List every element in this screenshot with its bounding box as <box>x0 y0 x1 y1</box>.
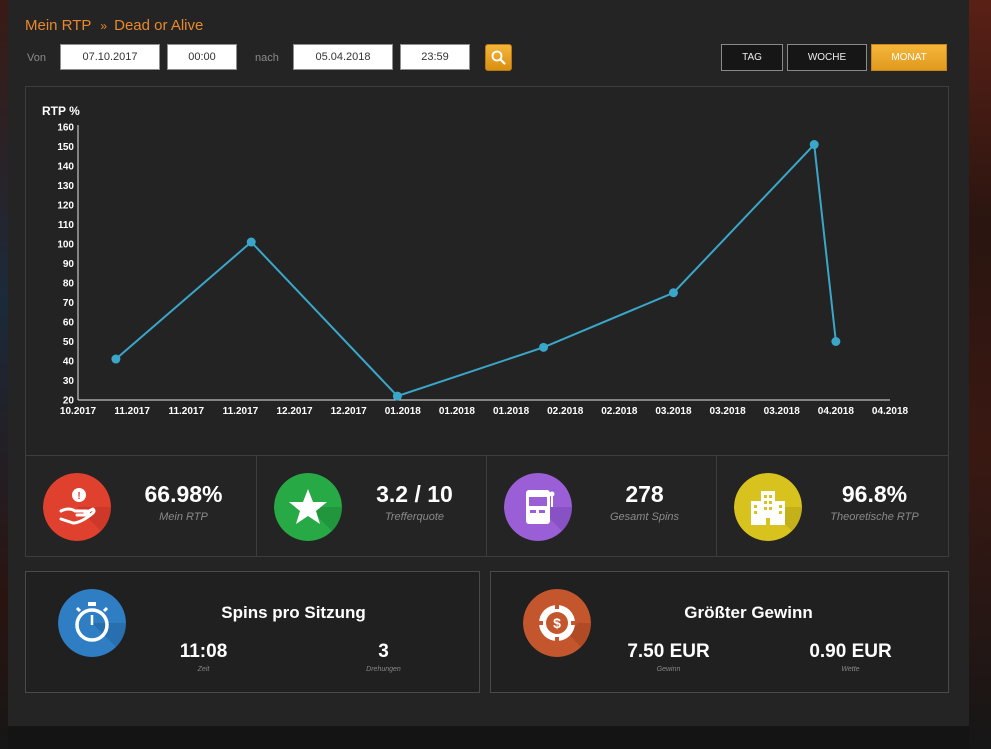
stat-label: Theoretische RTP <box>830 511 919 523</box>
biggest-win-icon-circle: $ <box>523 589 591 657</box>
chart-y-tick-label: 160 <box>57 123 74 134</box>
footer-bar <box>8 726 969 749</box>
stat-icon-circle: ! <box>43 473 111 541</box>
chart-series-line <box>115 142 837 398</box>
stat-value: 3.2 / 10 <box>376 481 453 507</box>
to-date-input[interactable]: 05.04.2018 <box>293 44 393 70</box>
stat-label: Mein RTP <box>159 511 208 523</box>
svg-text:$: $ <box>553 615 561 631</box>
biggest-win-bet-label: Wette <box>841 666 860 673</box>
chart-x-tick-label: 11.2017 <box>168 406 204 417</box>
building-icon <box>734 473 802 541</box>
breadcrumb-current: Dead or Alive <box>114 17 204 34</box>
stat-value: 66.98% <box>144 481 223 507</box>
chart-data-point[interactable] <box>111 354 121 364</box>
stat-hit-rate: 3.2 / 10 Trefferquote <box>256 456 487 556</box>
stat-total-spins: 278 Gesamt Spins <box>486 456 717 556</box>
chart-y-tick-label: 20 <box>63 396 75 407</box>
chart-y-tick-label: 120 <box>57 201 74 212</box>
chart-y-tick-label: 30 <box>63 376 75 387</box>
chart-x-tick-label: 04.2018 <box>872 406 909 417</box>
chart-y-tick-label: 40 <box>63 357 75 368</box>
stats-row: ! 66.98% Mein RTP 3.2 / 10 Trefferquote <box>25 455 949 557</box>
breadcrumb-root-link[interactable]: Mein RTP <box>25 17 91 34</box>
session-panel: Spins pro Sitzung 11:08 Zeit 3 Drehungen <box>25 571 480 693</box>
chart-y-tick-label: 70 <box>63 298 75 309</box>
from-time-input[interactable]: 00:00 <box>167 44 237 70</box>
star-icon <box>274 473 342 541</box>
stat-icon-circle <box>504 473 572 541</box>
chart-x-tick-label: 02.2018 <box>547 406 584 417</box>
chart-y-tick-label: 100 <box>57 240 74 251</box>
chart-y-axis-label: RTP % <box>42 104 80 118</box>
search-icon <box>491 50 506 65</box>
chart-y-tick-label: 130 <box>57 181 74 192</box>
chart-y-tick-label: 110 <box>58 220 75 231</box>
chart-y-tick-label: 90 <box>63 259 75 270</box>
chart-x-tick-label: 10.2017 <box>60 406 97 417</box>
stopwatch-icon <box>58 589 126 657</box>
to-label: nach <box>255 52 279 64</box>
chart-x-tick-label: 03.2018 <box>655 406 692 417</box>
svg-text:!: ! <box>77 491 80 502</box>
stat-label: Gesamt Spins <box>609 511 680 523</box>
slot-machine-icon <box>504 473 572 541</box>
breadcrumb: Mein RTP » Dead or Alive <box>25 17 203 34</box>
chart-data-point[interactable] <box>831 337 841 346</box>
chart-y-tick-label: 60 <box>63 318 75 329</box>
chart-x-tick-label: 03.2018 <box>764 406 801 417</box>
chart-x-tick-label: 12.2017 <box>331 406 368 417</box>
chart-x-tick-label: 04.2018 <box>818 406 855 417</box>
session-spins-label: Drehungen <box>366 666 401 673</box>
session-title: Spins pro Sitzung <box>221 603 366 622</box>
chart-x-tick-label: 01.2018 <box>439 406 476 417</box>
chart-y-tick-label: 140 <box>57 162 74 173</box>
session-icon-circle <box>58 589 126 657</box>
stat-icon-circle <box>274 473 342 541</box>
casino-chip-icon: $ <box>523 589 591 657</box>
chart-x-tick-label: 02.2018 <box>601 406 638 417</box>
session-time-value: 11:08 <box>179 641 228 662</box>
chart-y-tick-label: 80 <box>63 279 75 290</box>
chart-data-point[interactable] <box>539 342 549 352</box>
from-label: Von <box>27 52 46 64</box>
chart-data-point[interactable] <box>668 288 678 298</box>
stat-value: 278 <box>625 481 664 507</box>
rtp-line-chart: RTP % 20 30 40 50 60 70 80 90 100 110 120 130 140 150… <box>42 104 909 417</box>
biggest-win-bet-value: 0.90 EUR <box>809 641 892 662</box>
breadcrumb-separator: » <box>100 19 108 33</box>
hand-money-icon: ! <box>43 473 111 541</box>
chart-x-tick-label: 01.2018 <box>493 406 530 417</box>
chart-x-tick-label: 11.2017 <box>114 406 150 417</box>
biggest-win-value: 7.50 EUR <box>627 641 710 662</box>
stat-value: 96.8% <box>841 481 908 507</box>
background-edge-left <box>0 0 8 749</box>
stat-label: Trefferquote <box>384 511 445 523</box>
stat-my-rtp: ! 66.98% Mein RTP <box>26 456 256 556</box>
period-week-button[interactable]: WOCHE <box>787 44 867 71</box>
to-time-input[interactable]: 23:59 <box>400 44 470 70</box>
period-day-button[interactable]: TAG <box>721 44 783 71</box>
chart-x-tick-label: 11.2017 <box>223 406 259 417</box>
chart-data-point[interactable] <box>392 391 402 401</box>
chart-x-tick-label: 03.2018 <box>710 406 747 417</box>
search-button[interactable] <box>485 44 512 71</box>
biggest-win-panel: $ Größter Gewinn 7.50 EUR Gewinn 0.90 EU… <box>490 571 949 693</box>
chart-y-tick-label: 50 <box>63 337 75 348</box>
chart-y-tick-label: 150 <box>57 142 74 153</box>
stat-icon-circle <box>734 473 802 541</box>
stat-theoretical-rtp: 96.8% Theoretische RTP <box>716 456 947 556</box>
period-month-button[interactable]: MONAT <box>871 44 947 71</box>
rtp-chart-panel: RTP % 20 30 40 50 60 70 80 90 100 110 120 130 140 150… <box>25 86 949 456</box>
session-time-label: Zeit <box>197 666 210 673</box>
biggest-win-label: Gewinn <box>656 666 681 673</box>
biggest-win-title: Größter Gewinn <box>684 603 813 622</box>
chart-data-point[interactable] <box>809 140 819 150</box>
chart-data-point[interactable] <box>246 237 256 247</box>
chart-x-tick-label: 12.2017 <box>276 406 313 417</box>
background-edge-right <box>969 0 991 749</box>
session-spins-value: 3 <box>378 641 389 662</box>
from-date-input[interactable]: 07.10.2017 <box>60 44 160 70</box>
chart-x-tick-label: 01.2018 <box>385 406 422 417</box>
